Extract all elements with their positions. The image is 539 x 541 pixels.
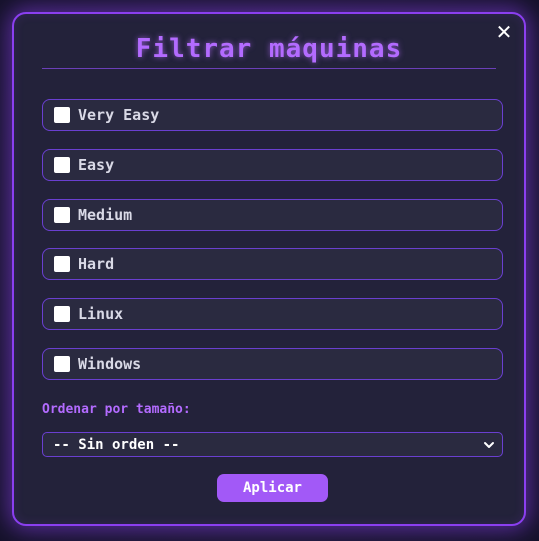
filter-option-easy[interactable]: Easy <box>42 148 503 181</box>
filter-label: Easy <box>78 155 115 174</box>
modal-title: Filtrar máquinas <box>135 34 403 64</box>
apply-button[interactable]: Aplicar <box>217 474 328 502</box>
filter-option-medium[interactable]: Medium <box>42 198 503 231</box>
checkbox-very-easy[interactable] <box>54 107 70 123</box>
checkbox-linux[interactable] <box>54 306 70 323</box>
filter-label: Very Easy <box>78 106 160 124</box>
chevron-down-icon <box>484 441 494 448</box>
filter-label: Linux <box>78 305 124 324</box>
filter-modal: ✕ Filtrar máquinas Very Easy Easy Medium… <box>12 12 526 526</box>
sort-label: Ordenar por tamaño: <box>42 402 191 417</box>
filter-label: Windows <box>78 354 142 373</box>
checkbox-medium[interactable] <box>54 206 70 223</box>
checkbox-easy[interactable] <box>54 156 70 173</box>
filter-label: Hard <box>78 255 115 274</box>
filter-option-windows[interactable]: Windows <box>42 347 503 380</box>
filter-option-hard[interactable]: Hard <box>42 248 503 281</box>
checkbox-hard[interactable] <box>54 256 70 273</box>
filter-option-very-easy[interactable]: Very Easy <box>42 99 503 131</box>
filter-options: Very Easy Easy Medium Hard Linux Windows <box>42 99 503 398</box>
sort-select[interactable]: -- Sin orden -- <box>42 432 503 457</box>
filter-label: Medium <box>78 205 133 224</box>
sort-select-value: -- Sin orden -- <box>53 436 180 453</box>
checkbox-windows[interactable] <box>54 355 70 372</box>
filter-option-linux[interactable]: Linux <box>42 298 503 331</box>
title-divider <box>42 68 496 69</box>
